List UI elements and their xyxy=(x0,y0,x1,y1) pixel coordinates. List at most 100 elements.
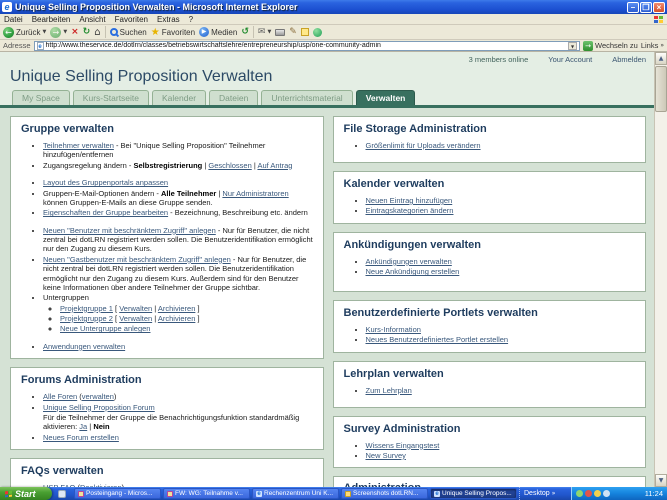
link-verwalten[interactable]: Verwalten xyxy=(119,314,152,323)
menu-item-favoriten[interactable]: Favoriten xyxy=(115,15,148,24)
links-toolbar[interactable]: Links » xyxy=(641,41,664,50)
section-list: Kurs-InformationNeues Benutzerdefinierte… xyxy=(342,325,638,345)
menu-item-extras[interactable]: Extras xyxy=(157,15,180,24)
link-neue-ank-ndigung-erstellen[interactable]: Neue Ankündigung erstellen xyxy=(366,267,460,276)
page-icon: e xyxy=(37,42,44,50)
tab-kalender[interactable]: Kalender xyxy=(152,90,206,105)
section-list: Alle Foren (verwalten)Unique Selling Pro… xyxy=(19,392,315,442)
link-ank-ndigungen-verwalten[interactable]: Ankündigungen verwalten xyxy=(366,257,452,266)
refresh-button[interactable]: ↻ xyxy=(83,27,91,37)
column-left: Gruppe verwaltenTeilnehmer verwalten - B… xyxy=(10,116,324,487)
vertical-scrollbar[interactable]: ▲ ▼ xyxy=(654,52,667,487)
link-projektgruppe-2[interactable]: Projektgruppe 2 xyxy=(60,314,113,323)
forward-button[interactable]: → ▼ xyxy=(50,27,67,38)
messenger-button[interactable] xyxy=(313,28,322,37)
tab-verwalten[interactable]: Verwalten xyxy=(356,90,416,105)
link-teilnehmer-verwalten[interactable]: Teilnehmer verwalten xyxy=(43,141,114,150)
tray-security-icon[interactable] xyxy=(585,490,592,497)
search-button[interactable]: Suchen xyxy=(110,28,147,37)
menu-item-bearbeiten[interactable]: Bearbeiten xyxy=(32,15,71,24)
discuss-button[interactable] xyxy=(301,28,309,36)
tab-my-space[interactable]: My Space xyxy=(12,90,70,105)
list-item: Neue Ankündigung erstellen xyxy=(366,267,638,276)
link-nur-administratoren[interactable]: Nur Administratoren xyxy=(222,189,288,198)
menu-item-ansicht[interactable]: Ansicht xyxy=(79,15,105,24)
tray-status-icon[interactable] xyxy=(576,490,583,497)
desktop-toolbar[interactable]: Desktop » xyxy=(519,487,571,500)
mail-button[interactable]: ✉ ▼ xyxy=(258,27,271,37)
link-projektgruppe-1[interactable]: Projektgruppe 1 xyxy=(60,304,113,313)
edit-button[interactable]: ✎ xyxy=(289,27,297,37)
media-button[interactable]: ▶ Medien xyxy=(199,27,237,37)
link-eintragskategorien-ndern[interactable]: Eintragskategorien ändern xyxy=(366,206,454,215)
menu-bar: Datei Bearbeiten Ansicht Favoriten Extras? xyxy=(0,14,667,25)
section-survey-administration: Survey AdministrationWissens Eingangstes… xyxy=(333,416,647,469)
link-neues-benutzerdefiniertes-portlet-erstellen[interactable]: Neues Benutzerdefiniertes Portlet erstel… xyxy=(366,335,509,344)
scroll-up-button[interactable]: ▲ xyxy=(655,52,667,65)
link-neuen-benutzer-mit-beschr-nktem-zugriff-anleg[interactable]: Neuen "Benutzer mit beschränktem Zugriff… xyxy=(43,226,216,235)
tab-kurs-startseite[interactable]: Kurs-Startseite xyxy=(73,90,149,105)
text: Zugangsregelung ändern - xyxy=(43,161,133,170)
link-gr-enlimit-f-r-uploads-ver-ndern[interactable]: Größenlimit für Uploads verändern xyxy=(366,141,481,150)
taskbar-task-unique-selling-propos[interactable]: eUnique Selling Propos... xyxy=(430,488,517,499)
address-input[interactable]: e http://www.theservice.de/dotlrn/classe… xyxy=(34,41,580,51)
toolbar-separator xyxy=(253,26,254,38)
taskbar-task-fw-wg-teilnahme-v[interactable]: FW: WG: Teilnahme v... xyxy=(163,488,250,499)
link-neue-untergruppe-anlegen[interactable]: Neue Untergruppe anlegen xyxy=(60,324,150,333)
link-neuen-gastbenutzer-mit-beschr-nktem-zugriff-a[interactable]: Neuen "Gastbenutzer mit beschränktem Zug… xyxy=(43,255,231,264)
link-neues-forum-erstellen[interactable]: Neues Forum erstellen xyxy=(43,433,119,442)
scroll-down-button[interactable]: ▼ xyxy=(655,474,667,487)
history-button[interactable]: ↺ xyxy=(241,27,249,37)
link-archivieren[interactable]: Archivieren xyxy=(158,314,196,323)
tray-network-icon[interactable] xyxy=(603,490,610,497)
desktop-label: Desktop xyxy=(524,490,550,497)
link-kurs-information[interactable]: Kurs-Information xyxy=(366,325,421,334)
link-anwendungen-verwalten[interactable]: Anwendungen verwalten xyxy=(43,342,125,351)
restore-button[interactable]: ❐ xyxy=(640,2,652,13)
tray-volume-icon[interactable] xyxy=(594,490,601,497)
section-lehrplan-verwalten: Lehrplan verwaltenZum Lehrplan xyxy=(333,361,647,408)
link-alle-foren[interactable]: Alle Foren xyxy=(43,392,77,401)
print-button[interactable] xyxy=(275,29,285,36)
menu-item-datei[interactable]: Datei xyxy=(4,15,23,24)
tab-dateien[interactable]: Dateien xyxy=(209,90,258,105)
go-button[interactable]: → Wechseln zu xyxy=(583,41,638,51)
taskbar-task-screenshots-dotlrn[interactable]: Screenshots dotLRN... xyxy=(341,488,428,499)
address-dropdown-icon[interactable]: ▼ xyxy=(568,42,577,50)
link-verwalten[interactable]: verwalten xyxy=(82,392,114,401)
list-item: Anwendungen verwalten xyxy=(43,342,315,351)
link-new-survey[interactable]: New Survey xyxy=(366,451,406,460)
quick-launch[interactable] xyxy=(52,487,72,500)
section-heading: Kalender verwalten xyxy=(344,178,638,190)
tab-unterrichtsmaterial[interactable]: Unterrichtsmaterial xyxy=(261,90,352,105)
favorites-button[interactable]: ★ Favoriten xyxy=(151,27,195,38)
close-button[interactable]: × xyxy=(653,2,665,13)
link-unique-selling-proposition-forum[interactable]: Unique Selling Proposition Forum xyxy=(43,403,155,412)
back-button[interactable]: ← Zurück ▼ xyxy=(3,27,46,38)
home-button[interactable]: ⌂ xyxy=(94,27,100,38)
link-eigenschaften-der-gruppe-bearbeiten[interactable]: Eigenschaften der Gruppe bearbeiten xyxy=(43,208,168,217)
start-button[interactable]: Start xyxy=(0,487,52,500)
link-neuen-eintrag-hinzuf-gen[interactable]: Neuen Eintrag hinzufügen xyxy=(366,196,453,205)
taskbar-task-posteingang-micros[interactable]: Posteingang - Micros... xyxy=(74,488,161,499)
link-auf-antrag[interactable]: Auf Antrag xyxy=(257,161,292,170)
taskbar-tasks: Posteingang - Micros...FW: WG: Teilnahme… xyxy=(72,487,519,500)
link-wissens-eingangstest[interactable]: Wissens Eingangstest xyxy=(366,441,440,450)
forward-dropdown-icon[interactable]: ▼ xyxy=(63,29,67,35)
your-account-link[interactable]: Your Account xyxy=(548,55,592,66)
mail-dropdown-icon[interactable]: ▼ xyxy=(267,29,271,35)
stop-button[interactable]: × xyxy=(71,27,79,37)
link-verwalten[interactable]: Verwalten xyxy=(119,304,152,313)
link-zum-lehrplan[interactable]: Zum Lehrplan xyxy=(366,386,412,395)
scroll-thumb[interactable] xyxy=(655,66,667,112)
minimize-button[interactable]: – xyxy=(627,2,639,13)
toolbar: ← Zurück ▼ → ▼ × ↻ ⌂ Suchen ★ Favoriten … xyxy=(0,25,667,40)
link-archivieren[interactable]: Archivieren xyxy=(158,304,196,313)
link-geschlossen[interactable]: Geschlossen xyxy=(208,161,251,170)
logout-link[interactable]: Abmelden xyxy=(612,55,646,66)
taskbar-task-rechenzentrum-uni-k[interactable]: eRechenzentrum Uni K... xyxy=(252,488,339,499)
menu-item-help[interactable]: ? xyxy=(189,15,193,24)
back-dropdown-icon[interactable]: ▼ xyxy=(42,29,46,35)
link-layout-des-gruppenportals-anpassen[interactable]: Layout des Gruppenportals anpassen xyxy=(43,178,168,187)
link-ja[interactable]: Ja xyxy=(79,422,87,431)
